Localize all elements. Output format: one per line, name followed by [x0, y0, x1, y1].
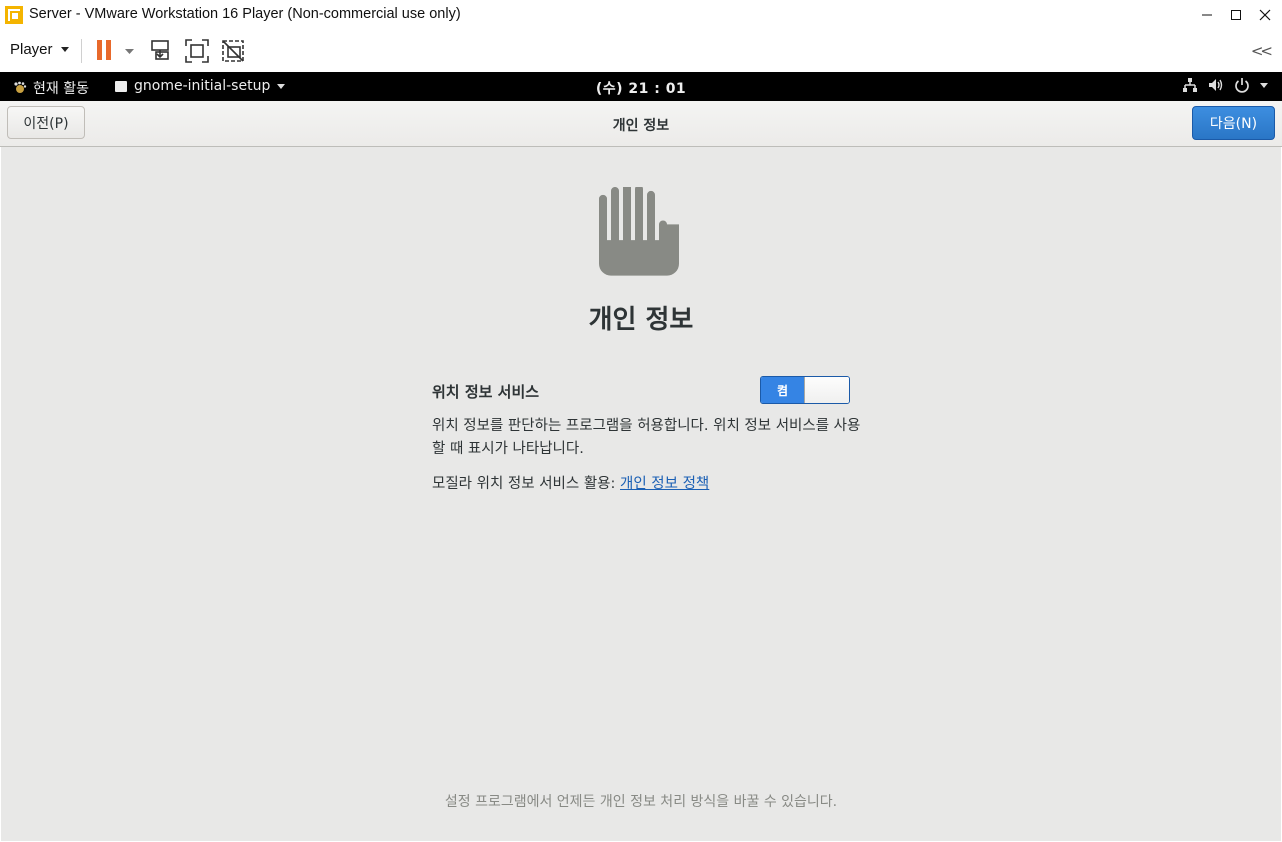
switch-on-label: 켬: [761, 377, 804, 403]
clock[interactable]: (수) 21 : 01: [0, 78, 1282, 98]
vmware-toolbar: Player <<: [0, 30, 1282, 72]
system-menu[interactable]: [1182, 77, 1268, 93]
policy-line: 모질라 위치 정보 서비스 활용: 개인 정보 정책: [432, 472, 709, 493]
location-description: 위치 정보를 판단하는 프로그램을 허용합니다. 위치 정보 서비스를 사용할 …: [432, 418, 861, 457]
close-icon: [1259, 9, 1271, 21]
location-services-label: 위치 정보 서비스: [432, 383, 540, 401]
fullscreen-icon: [185, 39, 209, 63]
chevron-down-icon: [1260, 82, 1268, 88]
privacy-hand-icon: [599, 187, 679, 276]
window-titlebar: Server - VMware Workstation 16 Player (N…: [0, 0, 1282, 31]
maximize-button[interactable]: [1221, 0, 1251, 30]
header-title: 개인 정보: [612, 118, 670, 134]
footer-note: 설정 프로그램에서 언제든 개인 정보 처리 방식을 바꿀 수 있습니다.: [444, 794, 838, 810]
window-title: Server - VMware Workstation 16 Player (N…: [29, 6, 461, 22]
policy-prefix: 모질라 위치 정보 서비스 활용:: [432, 476, 621, 492]
header-bar: 이전(P) 개인 정보 다음(N): [0, 101, 1282, 147]
network-icon: [1183, 78, 1197, 92]
pause-icon: [97, 40, 134, 60]
collapse-toolbar-icon[interactable]: <<: [1251, 42, 1273, 60]
minimize-icon: [1202, 14, 1212, 16]
toolbar-divider: [81, 39, 82, 63]
next-button[interactable]: 다음(N): [1192, 106, 1275, 140]
privacy-policy-link[interactable]: 개인 정보 정책: [620, 476, 709, 492]
pause-button[interactable]: [96, 38, 136, 64]
volume-icon: [1209, 79, 1223, 91]
privacy-page: 개인 정보 위치 정보 서비스 켬 위치 정보를 판단하는 프로그램을 허용합니…: [1, 147, 1281, 841]
switch-knob[interactable]: [804, 377, 849, 403]
vmware-app-icon: [5, 6, 23, 24]
send-ctrl-alt-del-button[interactable]: [148, 38, 174, 64]
unity-icon: [222, 40, 244, 62]
page-heading: 개인 정보: [588, 305, 694, 335]
fullscreen-button[interactable]: [184, 38, 210, 64]
close-button[interactable]: [1250, 0, 1280, 30]
send-ctrl-alt-del-icon: [151, 40, 169, 60]
player-menu[interactable]: Player: [10, 41, 69, 58]
power-icon: [1235, 78, 1249, 93]
maximize-icon: [1231, 10, 1241, 20]
gnome-top-bar: 현재 활동 gnome-initial-setup (수) 21 : 01: [0, 72, 1282, 101]
minimize-button[interactable]: [1192, 0, 1222, 30]
player-menu-label: Player: [10, 41, 53, 58]
unity-button[interactable]: [220, 38, 246, 64]
location-services-switch[interactable]: 켬: [760, 376, 850, 404]
chevron-down-icon: [60, 47, 69, 52]
